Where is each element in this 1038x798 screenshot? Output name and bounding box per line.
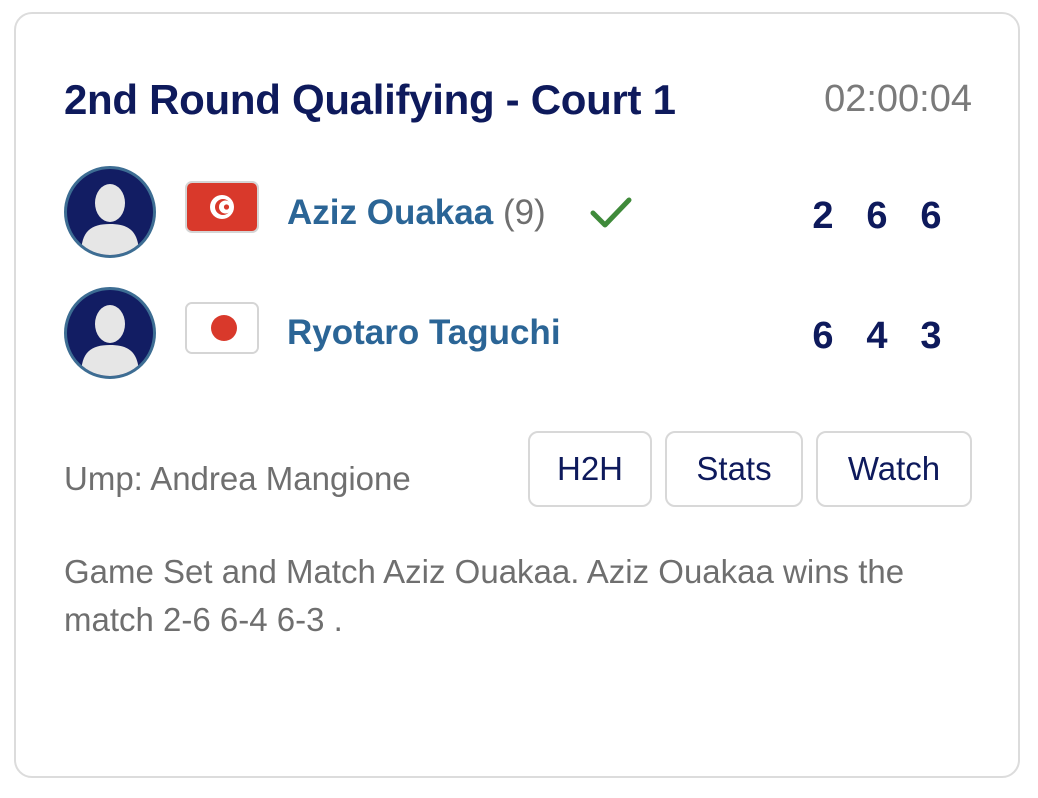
player-2-set-3-score: 3: [920, 315, 942, 357]
player-1-seed: (9): [502, 193, 546, 232]
player-1-set-2-score: 6: [866, 195, 888, 237]
player-2-scores: 6 4 3: [796, 315, 958, 358]
player-2-set-1-score: 6: [812, 315, 834, 357]
match-duration: 02:00:04: [824, 78, 972, 120]
player-1-name-text[interactable]: Aziz Ouakaa: [287, 193, 493, 232]
stats-button[interactable]: Stats: [665, 431, 803, 507]
match-summary: Game Set and Match Aziz Ouakaa. Aziz Oua…: [64, 553, 905, 638]
watch-button[interactable]: Watch: [816, 431, 972, 507]
japan-flag-icon: [185, 302, 259, 354]
h2h-button[interactable]: H2H: [528, 431, 652, 507]
player-2-name-text[interactable]: Ryotaro Taguchi: [287, 313, 561, 352]
tunisia-flag-icon: [185, 181, 259, 233]
person-silhouette-icon: [81, 305, 139, 376]
player-1-set-1-score: 2: [812, 195, 834, 237]
player-1-set-3-score: 6: [920, 195, 942, 237]
player-2-name[interactable]: Ryotaro Taguchi: [287, 313, 561, 353]
person-silhouette-icon: [81, 184, 139, 255]
winner-check-icon: [590, 197, 632, 228]
match-title: 2nd Round Qualifying - Court 1: [64, 76, 676, 123]
player-1-scores: 2 6 6: [796, 195, 958, 238]
player-1-name[interactable]: Aziz Ouakaa (9): [287, 193, 546, 233]
player-2-avatar: [64, 287, 156, 379]
match-card: [14, 12, 1020, 778]
umpire-label: Ump: Andrea Mangione: [64, 460, 411, 497]
player-2-set-2-score: 4: [866, 315, 888, 357]
player-1-avatar: [64, 166, 156, 258]
